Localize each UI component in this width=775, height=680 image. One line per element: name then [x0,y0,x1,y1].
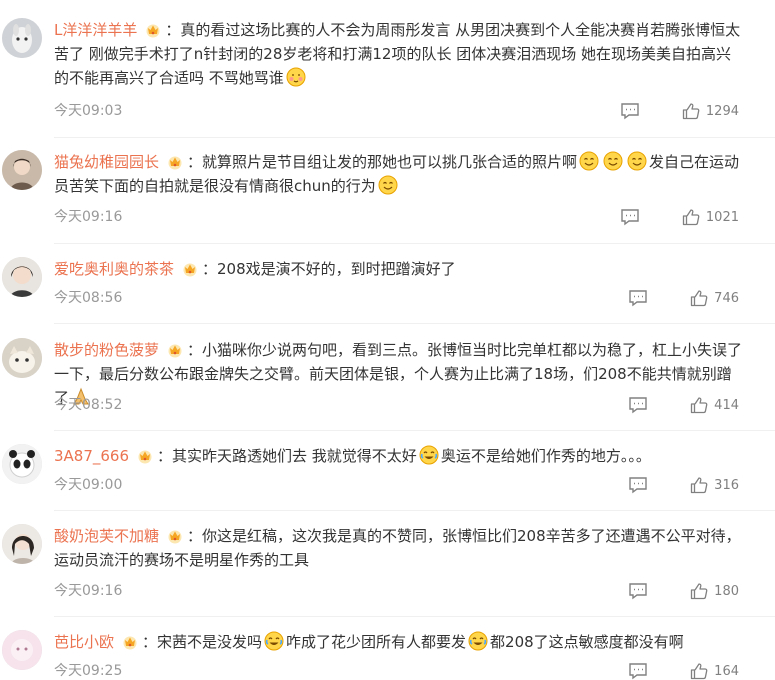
comment-text: ：就算照片是节目组让发的那她也可以挑几张合适的照片啊 [187,153,578,171]
reply-icon[interactable] [628,662,648,680]
comment-text: 都208了这点敏感度都没有啊 [490,633,684,651]
comment-actions: 1021 [620,208,739,226]
comment-body: 芭比小欧 ：宋茜不是没发吗 咋成了花少团所有人都要发 都208了这点敏感度都没有啊 [54,630,745,654]
crown-badge-icon [167,341,183,358]
like-count: 414 [714,397,739,413]
laugh-cry-icon [468,631,488,651]
smile-face-icon [627,151,647,171]
comment-text: ：宋茜不是没发吗 [142,633,263,651]
divider [54,430,775,431]
like-count: 746 [714,290,739,306]
like-count: 1294 [705,103,739,119]
comment-time: 今天09:16 [54,583,123,599]
comment-body: 爱吃奥利奥的茶茶 ：208戏是演不好的，到时把蹭演好了 [54,257,745,281]
like-count: 164 [714,663,739,679]
comment-actions: 164 [628,662,739,680]
comment-time: 今天08:56 [54,290,123,306]
avatar[interactable] [2,150,42,190]
reply-icon[interactable] [628,396,648,414]
reply-icon[interactable] [628,289,648,307]
avatar[interactable] [2,524,42,564]
crown-badge-icon [145,21,161,38]
avatar[interactable] [2,18,42,58]
comment-actions: 316 [628,476,739,494]
comment-time: 今天08:52 [54,397,123,413]
reply-icon[interactable] [620,102,640,120]
username-link[interactable]: 爱吃奥利奥的茶茶 [54,260,174,278]
comment-body: 猫兔幼稚园园长 ：就算照片是节目组让发的那她也可以挑几张合适的照片啊 发自己在运动员… [54,150,745,198]
thumb-up-icon[interactable] [682,102,700,120]
thumb-up-icon[interactable] [690,476,708,494]
thumb-up-icon[interactable] [690,396,708,414]
crown-badge-icon [137,447,153,464]
comment-time: 今天09:00 [54,477,123,493]
comment-actions: 414 [628,396,739,414]
comment-actions: 180 [628,582,739,600]
comment-body: 酸奶泡芙不加糖 ：你这是红稿，这次我是真的不赞同，张博恒比们208辛苦多了还遭遇不… [54,524,745,572]
thumb-up-icon[interactable] [690,289,708,307]
comment-actions: 746 [628,289,739,307]
reply-icon[interactable] [628,582,648,600]
comment-text: 奥运不是给她们作秀的地方。。。 [440,447,651,465]
like-count: 316 [714,477,739,493]
comment-time: 今天09:16 [54,209,123,225]
comment-actions: 1294 [620,102,739,120]
crown-badge-icon [122,633,138,650]
laugh-cry-icon [264,631,284,651]
comment-body: 3A87_666 ：其实昨天路透她们去 我就觉得不太好 奥运不是给她们作秀的地方。。… [54,444,745,468]
divider [54,616,775,617]
smile-face-icon [603,151,623,171]
thumb-up-icon[interactable] [682,208,700,226]
like-count: 180 [714,583,739,599]
crown-badge-icon [167,153,183,170]
reply-icon[interactable] [620,208,640,226]
avatar[interactable] [2,257,42,297]
divider [54,323,775,324]
shy-face-icon [286,67,306,87]
username-link[interactable]: 酸奶泡芙不加糖 [54,527,159,545]
like-count: 1021 [705,209,739,225]
username-link[interactable]: 3A87_666 [54,447,129,465]
thumb-up-icon[interactable] [690,662,708,680]
smile-face-icon [378,175,398,195]
comment-list: L洋洋洋羊羊 ：真的看过这场比赛的人不会为周雨彤发言 从男团决赛到个人全能决赛肖若… [0,0,775,680]
avatar[interactable] [2,630,42,670]
divider [54,137,775,138]
username-link[interactable]: L洋洋洋羊羊 [54,21,137,39]
comment-time: 今天09:03 [54,103,123,119]
username-link[interactable]: 芭比小欧 [54,633,114,651]
divider [54,243,775,244]
comment-text: ：其实昨天路透她们去 我就觉得不太好 [157,447,417,465]
comment-body: L洋洋洋羊羊 ：真的看过这场比赛的人不会为周雨彤发言 从男团决赛到个人全能决赛肖若… [54,18,745,90]
avatar[interactable] [2,338,42,378]
comment-text: ：208戏是演不好的，到时把蹭演好了 [202,260,456,278]
crown-badge-icon [182,260,198,277]
comment-text: 咋成了花少团所有人都要发 [286,633,467,651]
divider [54,510,775,511]
reply-icon[interactable] [628,476,648,494]
comment-time: 今天09:25 [54,663,123,679]
username-link[interactable]: 散步的粉色菠萝 [54,341,159,359]
smile-face-icon [579,151,599,171]
crown-badge-icon [167,527,183,544]
username-link[interactable]: 猫兔幼稚园园长 [54,153,159,171]
thumb-up-icon[interactable] [690,582,708,600]
avatar[interactable] [2,444,42,484]
laugh-cry-icon [419,445,439,465]
